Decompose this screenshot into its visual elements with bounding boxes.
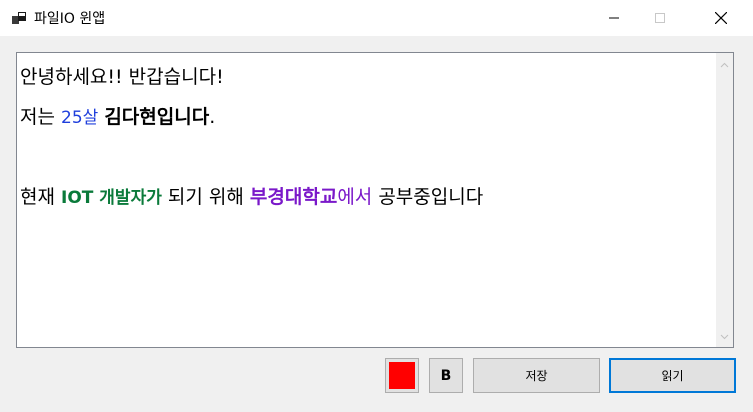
scroll-up-arrow-icon[interactable] <box>720 61 729 70</box>
minimize-button[interactable] <box>591 0 637 36</box>
text-line-intro: 저는 25살 김다현입니다. <box>20 104 215 131</box>
study-suffix: 공부중입니다 <box>372 186 484 208</box>
text-line-study: 현재 IOT 개발자가 되기 위해 부경대학교에서 공부중입니다 <box>20 184 483 211</box>
maximize-icon <box>655 13 665 23</box>
app-icon <box>12 12 26 24</box>
scroll-down-arrow-icon[interactable] <box>720 332 729 341</box>
school-text: 부경대학교 <box>249 186 338 208</box>
color-swatch <box>389 362 415 389</box>
color-picker-button[interactable] <box>385 358 419 393</box>
close-button[interactable] <box>698 0 744 36</box>
study-prefix: 현재 <box>20 186 61 208</box>
bold-button[interactable]: B <box>429 358 463 393</box>
rich-text-editor[interactable]: 안녕하세요!! 반갑습니다! 저는 25살 김다현입니다. 현재 IOT 개발자… <box>16 52 734 348</box>
intro-prefix: 저는 <box>20 106 61 128</box>
iot-text: IOT 개발자가 <box>61 188 162 208</box>
school-suffix-text: 에서 <box>337 186 373 208</box>
vertical-scrollbar[interactable] <box>716 53 733 347</box>
name-text: 김다현입니다 <box>104 106 210 128</box>
window-title: 파일IO 윈앱 <box>34 11 106 27</box>
title-bar: 파일IO 윈앱 <box>0 0 753 36</box>
age-text: 25살 <box>61 108 99 128</box>
text-line-greeting: 안녕하세요!! 반갑습니다! <box>20 66 224 88</box>
study-middle: 되기 위해 <box>161 186 250 208</box>
maximize-button[interactable] <box>637 0 683 36</box>
read-button[interactable]: 읽기 <box>609 358 736 393</box>
close-icon <box>715 12 727 24</box>
intro-suffix: . <box>209 106 216 128</box>
minimize-icon <box>609 17 619 19</box>
save-button[interactable]: 저장 <box>473 358 600 393</box>
